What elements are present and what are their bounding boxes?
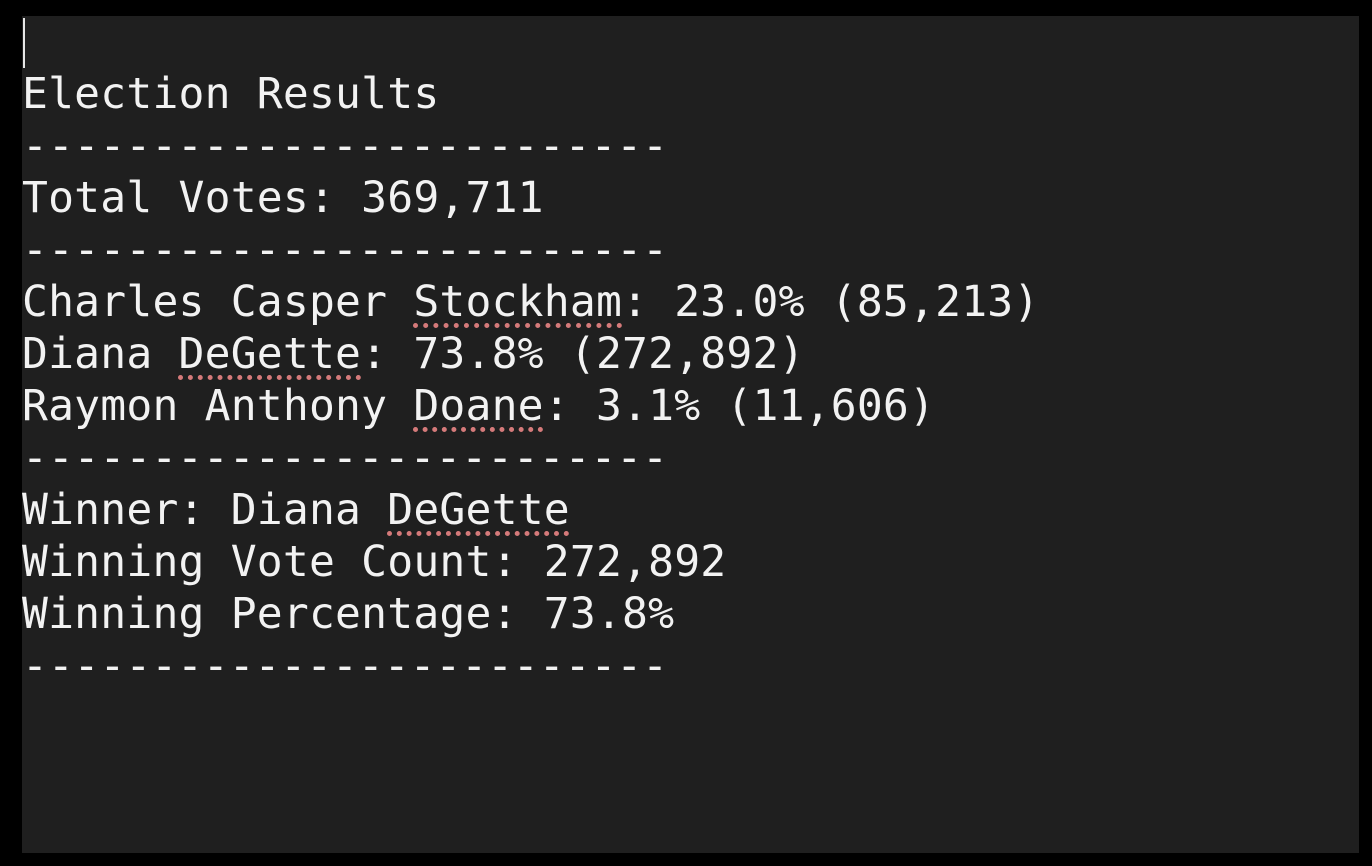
winner-line: Winner: Diana DeGette: [22, 484, 1359, 536]
winner-prefix: Winner: Diana: [22, 485, 388, 535]
text-cursor: [23, 18, 25, 68]
spellcheck-flagged-word[interactable]: Doane: [413, 381, 543, 431]
separator-line: -------------------------: [22, 121, 668, 171]
winning-percentage-line: Winning Percentage: 73.8%: [22, 589, 675, 639]
candidate-name-prefix: Diana: [22, 329, 179, 379]
candidate-line: Diana DeGette: 73.8% (272,892): [22, 328, 1359, 380]
candidate-name-prefix: Charles Casper: [22, 277, 414, 327]
spellcheck-flagged-word[interactable]: DeGette: [179, 329, 362, 379]
spellcheck-flagged-word[interactable]: Stockham: [413, 277, 622, 327]
text-editor-area[interactable]: Election Results -----------------------…: [22, 16, 1359, 853]
candidate-name-prefix: Raymon Anthony: [22, 381, 414, 431]
candidate-result: : 23.0% (85,213): [622, 277, 1040, 327]
candidate-result: : 73.8% (272,892): [361, 329, 805, 379]
results-title: Election Results: [22, 69, 440, 119]
candidate-result: : 3.1% (11,606): [543, 381, 936, 431]
total-votes-line: Total Votes: 369,711: [22, 173, 544, 223]
spellcheck-flagged-word[interactable]: DeGette: [387, 485, 570, 535]
candidate-line: Charles Casper Stockham: 23.0% (85,213): [22, 276, 1359, 328]
winning-vote-count-line: Winning Vote Count: 272,892: [22, 537, 727, 587]
separator-line: -------------------------: [22, 225, 668, 275]
election-results-output: Election Results -----------------------…: [22, 68, 1359, 692]
separator-line: -------------------------: [22, 433, 668, 483]
separator-line: -------------------------: [22, 641, 668, 691]
candidate-line: Raymon Anthony Doane: 3.1% (11,606): [22, 380, 1359, 432]
